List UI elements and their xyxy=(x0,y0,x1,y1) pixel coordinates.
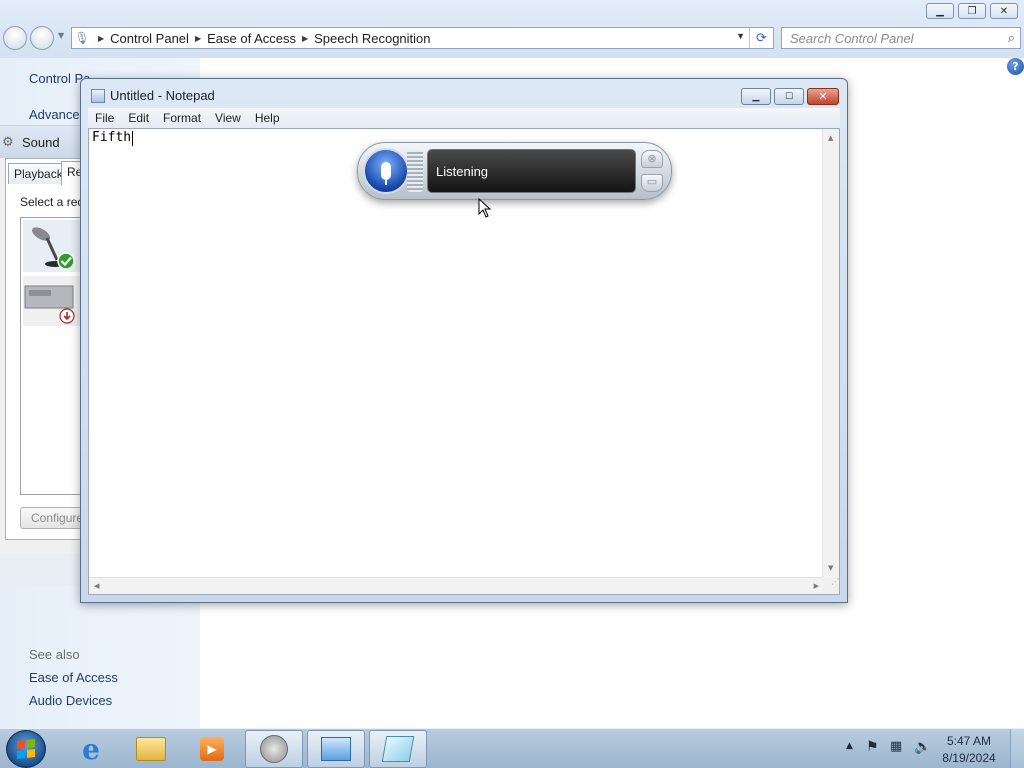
breadcrumb-ease-of-access[interactable]: Ease of Access xyxy=(207,31,296,46)
control-panel-icon xyxy=(321,737,351,761)
chevron-down-icon[interactable]: ▼ xyxy=(736,31,745,41)
breadcrumb-control-panel[interactable]: Control Panel xyxy=(110,31,189,46)
back-button[interactable] xyxy=(3,26,27,50)
restore-button[interactable]: ❐ xyxy=(958,3,986,19)
speech-close-button[interactable]: ⊗ xyxy=(641,150,663,168)
notepad-icon[interactable] xyxy=(91,89,105,103)
search-icon[interactable]: ⌕ xyxy=(1008,30,1015,46)
sound-dialog-body: Playback Re Select a rec Configure xyxy=(5,158,91,540)
refresh-icon[interactable]: ⟳ xyxy=(749,28,773,48)
taskbar-sound[interactable] xyxy=(245,730,303,768)
tab-playback[interactable]: Playback xyxy=(8,163,63,184)
search-input[interactable]: Search Control Panel ⌕ xyxy=(781,27,1021,49)
volume-meter xyxy=(407,150,423,192)
line-in-device-icon xyxy=(24,285,75,324)
vertical-scrollbar[interactable]: ▲ ▼ xyxy=(822,129,839,577)
internet-explorer-icon: e xyxy=(82,732,100,766)
speech-recognition-bar[interactable]: Listening ⊗ ▭ xyxy=(357,142,672,200)
breadcrumb-arrow-icon[interactable]: ▶ xyxy=(195,34,201,43)
minimize-button[interactable]: ▁ xyxy=(926,3,954,19)
text-caret xyxy=(132,131,133,146)
resize-grip-icon[interactable]: ⋰ xyxy=(822,577,839,594)
mouse-pointer-icon xyxy=(478,198,492,218)
audio-devices-link[interactable]: Audio Devices xyxy=(29,693,112,708)
sound-titlebar[interactable]: ⚙ Sound xyxy=(0,126,84,158)
clock-time[interactable]: 5:47 AM xyxy=(938,734,1000,748)
horizontal-scrollbar[interactable]: ◀ ▶ xyxy=(89,577,824,594)
microphone-icon xyxy=(381,162,391,185)
search-placeholder: Search Control Panel xyxy=(790,31,914,46)
speaker-icon: ⚙ xyxy=(2,134,14,150)
menu-format[interactable]: Format xyxy=(156,111,208,125)
breadcrumb-arrow-icon[interactable]: ▶ xyxy=(302,34,308,43)
close-button[interactable]: ✕ xyxy=(990,3,1018,19)
speech-minimize-button[interactable]: ▭ xyxy=(641,174,663,192)
sound-dialog-title: Sound xyxy=(22,134,60,150)
list-item[interactable] xyxy=(23,220,85,272)
taskbar-control-panel[interactable] xyxy=(307,730,365,768)
media-player-icon: ▶ xyxy=(200,737,224,761)
system-tray: ▲ ⚑ ▦ 🔈 5:47 AM 8/19/2024 xyxy=(842,729,1024,768)
scroll-up-icon[interactable]: ▲ xyxy=(828,134,833,142)
window-title: Untitled - Notepad xyxy=(110,88,215,103)
taskbar-windows-explorer[interactable] xyxy=(122,730,180,768)
speaker-icon xyxy=(260,735,288,763)
scroll-left-icon[interactable]: ◀ xyxy=(94,582,99,590)
recent-pages-button[interactable]: ▼ xyxy=(58,31,64,40)
breadcrumb-speech-recognition[interactable]: Speech Recognition xyxy=(314,31,430,46)
network-icon[interactable]: ▦ xyxy=(890,739,902,754)
action-center-flag-icon[interactable]: ⚑ xyxy=(866,739,879,755)
show-hidden-icons-icon[interactable]: ▲ xyxy=(846,741,853,751)
windows-logo-icon xyxy=(17,739,35,759)
notepad-icon xyxy=(381,736,415,762)
sound-dialog: ⚙ Sound Playback Re Select a rec Configu… xyxy=(0,125,91,586)
menu-help[interactable]: Help xyxy=(248,111,287,125)
recording-device-list[interactable] xyxy=(20,217,86,495)
taskbar: e ▶ ▲ ⚑ ▦ 🔈 5:47 AM 8/19/2024 xyxy=(0,728,1024,768)
taskbar-media-player[interactable]: ▶ xyxy=(183,730,241,768)
control-panel-frame: ▁ ❐ ✕ ▼ 🎙 ▶ Control Panel ▶ Ease of Acce… xyxy=(0,0,1024,58)
microphone-device-icon xyxy=(31,227,75,270)
speech-status-text: Listening xyxy=(436,164,489,179)
menu-file[interactable]: File xyxy=(88,111,121,125)
sound-instruction-text: Select a rec xyxy=(20,195,84,209)
list-item[interactable] xyxy=(23,276,85,326)
start-button[interactable] xyxy=(6,730,46,768)
menu-view[interactable]: View xyxy=(208,111,248,125)
help-icon[interactable]: ? xyxy=(1007,58,1024,75)
editor-content[interactable]: Fifth xyxy=(92,130,131,145)
taskbar-internet-explorer[interactable]: e xyxy=(62,730,120,768)
minimize-button[interactable]: ▁ xyxy=(741,88,771,105)
taskbar-notepad[interactable] xyxy=(369,730,427,768)
clock-date[interactable]: 8/19/2024 xyxy=(938,751,1000,765)
ease-of-access-link[interactable]: Ease of Access xyxy=(29,670,118,685)
scroll-right-icon[interactable]: ▶ xyxy=(814,582,819,590)
show-desktop-button[interactable] xyxy=(1010,729,1024,768)
speech-status-display: Listening xyxy=(427,149,636,193)
microphone-button[interactable] xyxy=(363,148,409,194)
sound-dialog-footer xyxy=(0,554,84,586)
forward-button[interactable] xyxy=(30,26,54,50)
advanced-speech-options-link[interactable]: Advanced xyxy=(29,107,87,122)
breadcrumb-arrow-icon[interactable]: ▶ xyxy=(98,34,104,43)
maximize-button[interactable]: ☐ xyxy=(774,88,804,105)
menu-edit[interactable]: Edit xyxy=(121,111,156,125)
volume-icon[interactable]: 🔈 xyxy=(914,739,931,755)
see-also-heading: See also xyxy=(29,647,80,662)
folder-icon xyxy=(136,737,166,761)
speech-location-icon: 🎙 xyxy=(74,31,90,45)
address-bar[interactable]: 🎙 ▶ Control Panel ▶ Ease of Access ▶ Spe… xyxy=(71,27,774,49)
menu-bar: File Edit Format View Help xyxy=(88,108,840,128)
scroll-down-icon[interactable]: ▼ xyxy=(828,564,833,572)
close-button[interactable]: ✕ xyxy=(807,88,839,105)
